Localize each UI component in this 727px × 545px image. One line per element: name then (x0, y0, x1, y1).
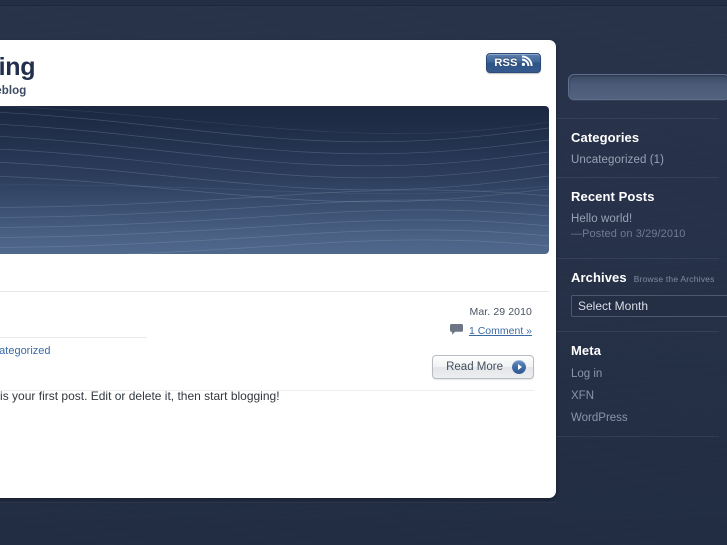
meta-title-row: Meta (571, 343, 727, 358)
banner-waves (0, 106, 549, 254)
site-tagline: Just another WordPress weblog (0, 85, 27, 97)
site-header: Creative Coding Just another WordPress w… (0, 40, 556, 106)
meta-link-xfn[interactable]: XFN (571, 390, 727, 402)
comment-count-link[interactable]: 1 Comment » (469, 325, 532, 337)
rss-feed-icon (521, 54, 533, 72)
primary-nav: Home About (0, 254, 549, 292)
archives-subtitle: Browse the Archives (633, 274, 715, 284)
archives-title: Archives (571, 270, 627, 285)
sidebar-divider (555, 436, 719, 437)
content-card: Creative Coding Just another WordPress w… (0, 40, 556, 498)
categories-title: Categories (571, 130, 640, 145)
read-more-label: Read More (446, 361, 503, 373)
recent-posts-title: Recent Posts (571, 189, 655, 204)
rss-button-label: RSS (494, 57, 518, 69)
footer-inner: Creative Coding (0, 512, 556, 530)
comment-bubble-icon (449, 322, 463, 340)
sidebar: Categories Uncategorized (1) Recent Post… (555, 40, 727, 498)
archives-title-row: Archives Browse the Archives (571, 270, 727, 285)
post-bottom-divider (0, 390, 534, 391)
meta-link-wordpress[interactable]: WordPress (571, 412, 727, 424)
post-side-meta: Mar. 29 2010 1 Comment » (412, 306, 532, 340)
widget-meta: Meta Log in XFN WordPress (563, 343, 727, 424)
recent-post-date: —Posted on 3/29/2010 (571, 228, 686, 240)
top-divider (0, 0, 727, 6)
widget-archives: Archives Browse the Archives Select Mont… (563, 270, 727, 317)
read-more-button[interactable]: Read More (432, 355, 534, 379)
header-banner-image (0, 106, 549, 254)
meta-link-login[interactable]: Log in (571, 368, 727, 380)
comment-row: 1 Comment » (412, 322, 532, 340)
recent-posts-title-row: Recent Posts (571, 189, 727, 204)
widget-recent-posts: Recent Posts Hello world! —Posted on 3/2… (563, 189, 727, 240)
sidebar-divider (555, 177, 719, 178)
arrow-right-icon (512, 360, 526, 374)
sidebar-divider (555, 331, 719, 332)
post-title-divider (0, 337, 147, 338)
sidebar-divider (555, 118, 719, 119)
widget-categories: Categories Uncategorized (1) (563, 130, 727, 166)
post-article: Mar. 29 2010 1 Comment » Hello world! Ma… (0, 292, 556, 405)
rss-button[interactable]: RSS (486, 53, 541, 73)
categories-title-row: Categories (571, 130, 727, 145)
site-title: Creative Coding (0, 53, 36, 81)
search-input[interactable] (568, 74, 727, 100)
archives-month-select[interactable]: Select Month (571, 295, 727, 317)
footer-divider (0, 502, 556, 503)
category-link-uncategorized[interactable]: Uncategorized (1) (571, 154, 727, 166)
recent-post-link[interactable]: Hello world! (571, 213, 727, 225)
read-more-wrap: Read More (432, 355, 534, 379)
sidebar-divider (555, 258, 719, 259)
post-category-link[interactable]: Uncategorized (0, 345, 51, 357)
post-date: Mar. 29 2010 (469, 306, 532, 318)
meta-title: Meta (571, 343, 602, 358)
